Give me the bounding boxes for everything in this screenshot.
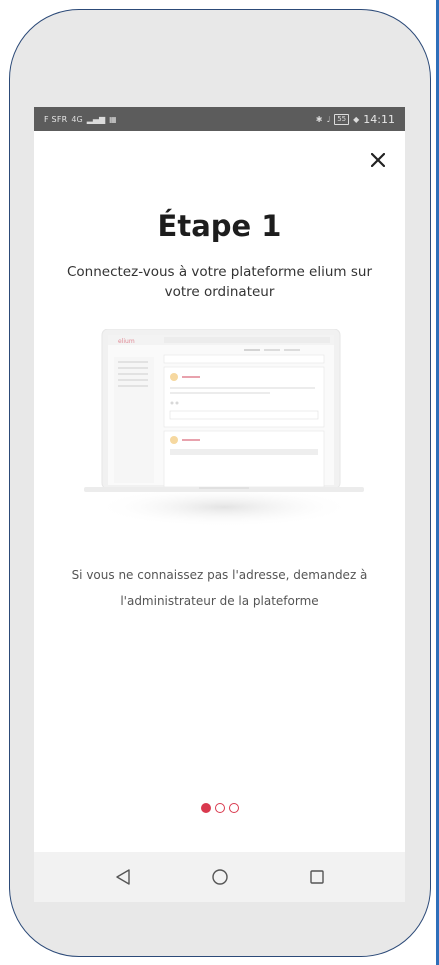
pagination-dot-1[interactable] [200, 803, 211, 813]
leaf-icon: ◆ [353, 114, 360, 124]
data-icon: ▦ [109, 114, 117, 124]
network-label: 4G [71, 114, 83, 124]
illustration-logo: elium [118, 338, 135, 345]
battery-icon: 55 [334, 113, 350, 125]
signal-icon: ▂▄▆ [86, 114, 106, 124]
close-button[interactable] [365, 147, 391, 173]
back-button[interactable] [108, 862, 138, 892]
status-right: ✱ ♩ 55 ◆ 14:11 [316, 113, 395, 126]
pagination-dot-3[interactable] [228, 803, 239, 813]
system-nav-bar [34, 852, 405, 902]
status-left: F SFR 4G ▂▄▆ ▦ [44, 115, 117, 124]
carrier-label: F SFR [44, 114, 68, 124]
mute-icon: ♩ [326, 114, 331, 124]
triangle-back-icon [115, 869, 130, 885]
clock: 14:11 [363, 112, 395, 126]
bluetooth-icon: ✱ [315, 114, 323, 124]
step-subtitle: Connectez-vous à votre plateforme elium … [66, 264, 372, 300]
pagination-dots [34, 803, 405, 813]
square-recents-icon [309, 870, 324, 884]
info-text: Si vous ne connaissez pas l'adresse, dem… [71, 568, 368, 608]
home-button[interactable] [205, 862, 235, 892]
app-screen: F SFR 4G ▂▄▆ ▦ ✱ ♩ 55 ◆ 14:11 Étape 1 Co… [34, 107, 405, 852]
close-icon [371, 153, 385, 167]
page: F SFR 4G ▂▄▆ ▦ ✱ ♩ 55 ◆ 14:11 Étape 1 Co… [0, 0, 439, 965]
laptop-illustration: elium [84, 329, 364, 527]
status-bar: F SFR 4G ▂▄▆ ▦ ✱ ♩ 55 ◆ 14:11 [34, 107, 405, 131]
pagination-dot-2[interactable] [214, 803, 225, 813]
step-title: Étape 1 [157, 209, 282, 243]
recents-button[interactable] [302, 862, 332, 892]
circle-home-icon [211, 869, 228, 885]
